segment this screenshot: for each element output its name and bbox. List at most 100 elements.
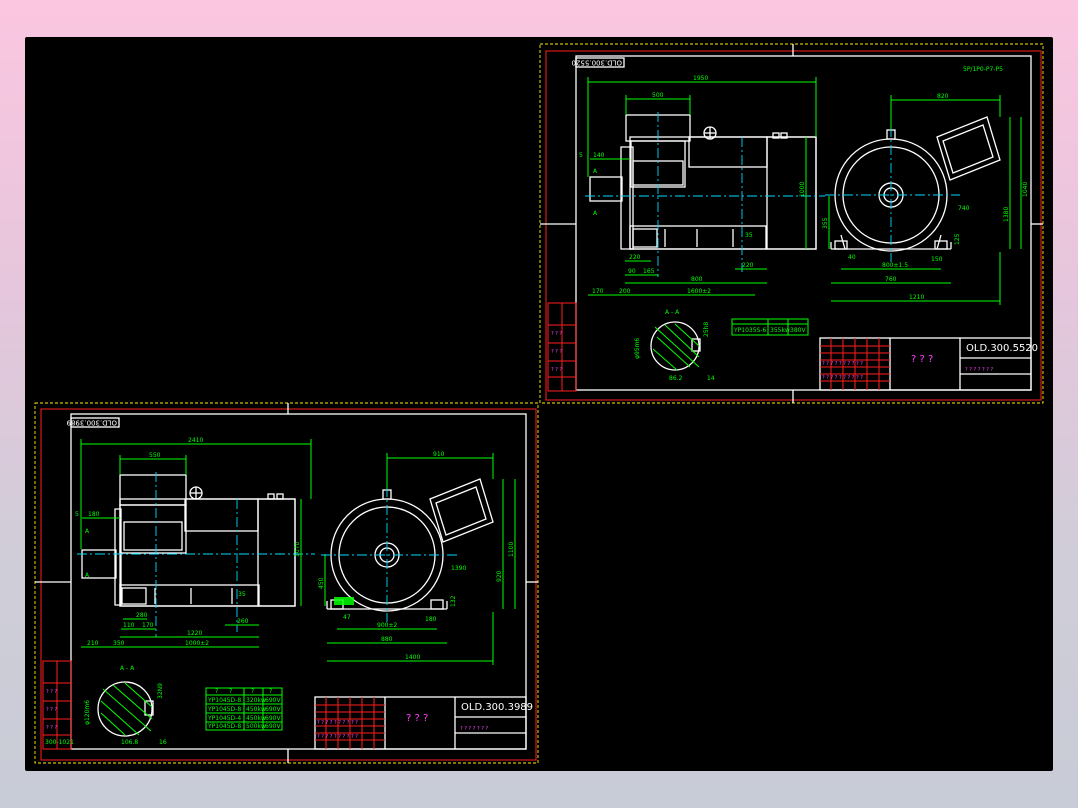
side-view-left xyxy=(77,472,315,637)
svg-text:5: 5 xyxy=(579,152,583,159)
svg-text:35: 35 xyxy=(238,591,246,598)
svg-text:? ? ?: ? ? ? xyxy=(551,367,562,373)
svg-text:A - A: A - A xyxy=(665,309,680,316)
svg-text:40: 40 xyxy=(848,254,856,261)
spec-table-left: ? ? ? ? YP1045D-8 320kw 690V YP1045D-8 4… xyxy=(205,687,283,731)
title-name-right: ? ? ? xyxy=(911,354,933,365)
title-code-right: OLD.300.5520 xyxy=(966,343,1038,354)
svg-text:165: 165 xyxy=(643,268,655,275)
svg-text:280: 280 xyxy=(136,612,148,619)
svg-text:150: 150 xyxy=(931,256,943,263)
svg-text:450: 450 xyxy=(318,577,325,589)
sheet-left[interactable]: OLD.300.3989 ? ? ? ? ? ? ? ? ? 300-1021 xyxy=(34,402,539,764)
svg-text:800±1.5: 800±1.5 xyxy=(882,262,908,269)
svg-text:210: 210 xyxy=(87,640,99,647)
svg-text:900±2: 900±2 xyxy=(377,622,397,629)
svg-text:A: A xyxy=(85,528,90,535)
code-stamp-right: OLD.300.5520 xyxy=(572,59,622,67)
end-view-left xyxy=(321,478,494,622)
svg-text:690V: 690V xyxy=(265,697,281,704)
svg-text:? ? ?: ? ? ? xyxy=(46,689,57,695)
svg-text:690V: 690V xyxy=(265,715,281,722)
svg-text:1000: 1000 xyxy=(799,182,806,197)
svg-text:690V: 690V xyxy=(265,723,281,730)
svg-text:YP1045D-8: YP1045D-8 xyxy=(207,706,241,713)
svg-text:500: 500 xyxy=(652,92,664,99)
svg-text:1950: 1950 xyxy=(693,75,708,82)
svg-text:YP1045D-8: YP1045D-8 xyxy=(207,697,241,704)
svg-text:450kw: 450kw xyxy=(246,706,266,713)
section-aa-left: A - A φ120m6 32N9 106.8 16 xyxy=(84,665,167,746)
svg-text:920: 920 xyxy=(496,570,503,582)
svg-text:? ? ?: ? ? ? xyxy=(551,349,562,355)
svg-text:A - A: A - A xyxy=(120,665,135,672)
svg-text:47: 47 xyxy=(343,614,351,621)
svg-text:260: 260 xyxy=(237,618,249,625)
side-dims-left: 2410 550 180 5 1070 450 280 110 170 1220… xyxy=(75,437,326,648)
svg-text:820: 820 xyxy=(937,93,949,100)
svg-text:355: 355 xyxy=(822,217,829,229)
svg-text:1040: 1040 xyxy=(1022,182,1029,197)
top-note-right: 5P/1P0-P7-P5 xyxy=(963,66,1003,73)
svg-text:86.2: 86.2 xyxy=(669,375,683,382)
svg-text:760: 760 xyxy=(885,276,897,283)
svg-text:550: 550 xyxy=(149,452,161,459)
svg-text:YP1045D-4: YP1045D-4 xyxy=(207,715,241,722)
title-block-left: ? ? ? ? ? ? ? ? ? ? ? ? ? ? ? ? ? ? ? ? … xyxy=(314,696,533,750)
svg-text:?: ? xyxy=(229,688,232,695)
end-view-right xyxy=(825,116,1001,262)
svg-text:5: 5 xyxy=(75,511,79,518)
svg-text:? ? ?: ? ? ? xyxy=(551,331,562,337)
svg-text:132: 132 xyxy=(450,595,457,607)
svg-text:350: 350 xyxy=(113,640,125,647)
svg-text:1400: 1400 xyxy=(405,654,420,661)
side-dims-right: 1950 500 140 5 1000 355 220 90 165 800 2… xyxy=(579,75,830,296)
side-view-right xyxy=(585,112,825,277)
section-aa-right: A - A φ95m6 25h8 86.2 14 YP1035S-6 355kw… xyxy=(634,309,809,382)
svg-text:? ? ?: ? ? ? xyxy=(46,707,57,713)
drawing-canvas: OLD.300.5520 5P/1P0-P7-P5 ? ? ? ? ? ? ? … xyxy=(34,43,1044,764)
svg-text:YP1035S-6: YP1035S-6 xyxy=(733,327,767,334)
svg-text:380V: 380V xyxy=(790,327,806,334)
svg-text:? ? ? ? ? ? ?: ? ? ? ? ? ? ? xyxy=(460,726,488,732)
svg-text:1100: 1100 xyxy=(508,542,515,557)
svg-text:? ? ? ? ? ? ? ? ? ?: ? ? ? ? ? ? ? ? ? ? xyxy=(317,734,358,740)
svg-text:1600±2: 1600±2 xyxy=(687,288,711,295)
svg-text:16: 16 xyxy=(159,739,167,746)
svg-text:25h8: 25h8 xyxy=(703,322,710,337)
svg-text:? ? ? ? ? ? ?: ? ? ? ? ? ? ? xyxy=(965,367,993,373)
sheet-right[interactable]: OLD.300.5520 5P/1P0-P7-P5 ? ? ? ? ? ? ? … xyxy=(539,43,1044,404)
svg-text:355kw: 355kw xyxy=(770,327,790,334)
svg-text:1380: 1380 xyxy=(1003,207,1010,222)
svg-text:? ? ? ? ? ? ? ? ? ?: ? ? ? ? ? ? ? ? ? ? xyxy=(822,375,863,381)
svg-text:?: ? xyxy=(269,688,272,695)
svg-text:220: 220 xyxy=(629,254,641,261)
svg-text:740: 740 xyxy=(958,205,970,212)
svg-text:800: 800 xyxy=(691,276,703,283)
svg-text:? ? ?: ? ? ? xyxy=(46,725,57,731)
svg-text:180: 180 xyxy=(88,511,100,518)
svg-text:200: 200 xyxy=(619,288,631,295)
svg-text:1220: 1220 xyxy=(187,630,202,637)
svg-text:500kw: 500kw xyxy=(246,723,266,730)
svg-text:110: 110 xyxy=(123,622,135,629)
svg-text:35: 35 xyxy=(745,232,753,239)
svg-text:2410: 2410 xyxy=(188,437,203,444)
svg-text:690V: 690V xyxy=(265,706,281,713)
svg-text:32N9: 32N9 xyxy=(157,683,164,699)
svg-text:450kw: 450kw xyxy=(246,715,266,722)
end-dims-left: 910 1390 1100 920 132 47 900±2 180 880 1… xyxy=(327,451,516,665)
svg-text:106.8: 106.8 xyxy=(121,739,138,746)
svg-text:1070: 1070 xyxy=(294,542,301,557)
svg-text:?: ? xyxy=(251,688,254,695)
svg-text:φ120m6: φ120m6 xyxy=(84,700,91,725)
svg-text:?: ? xyxy=(215,688,218,695)
svg-text:90: 90 xyxy=(628,268,636,275)
svg-text:? ? ? ? ? ? ? ? ? ?: ? ? ? ? ? ? ? ? ? ? xyxy=(317,720,358,726)
svg-text:300-1021: 300-1021 xyxy=(45,739,74,746)
cad-viewport[interactable]: OLD.300.5520 5P/1P0-P7-P5 ? ? ? ? ? ? ? … xyxy=(25,37,1053,771)
svg-text:1390: 1390 xyxy=(451,565,466,572)
svg-text:170: 170 xyxy=(592,288,604,295)
svg-text:φ95m6: φ95m6 xyxy=(634,338,641,359)
svg-text:1210: 1210 xyxy=(909,294,924,301)
